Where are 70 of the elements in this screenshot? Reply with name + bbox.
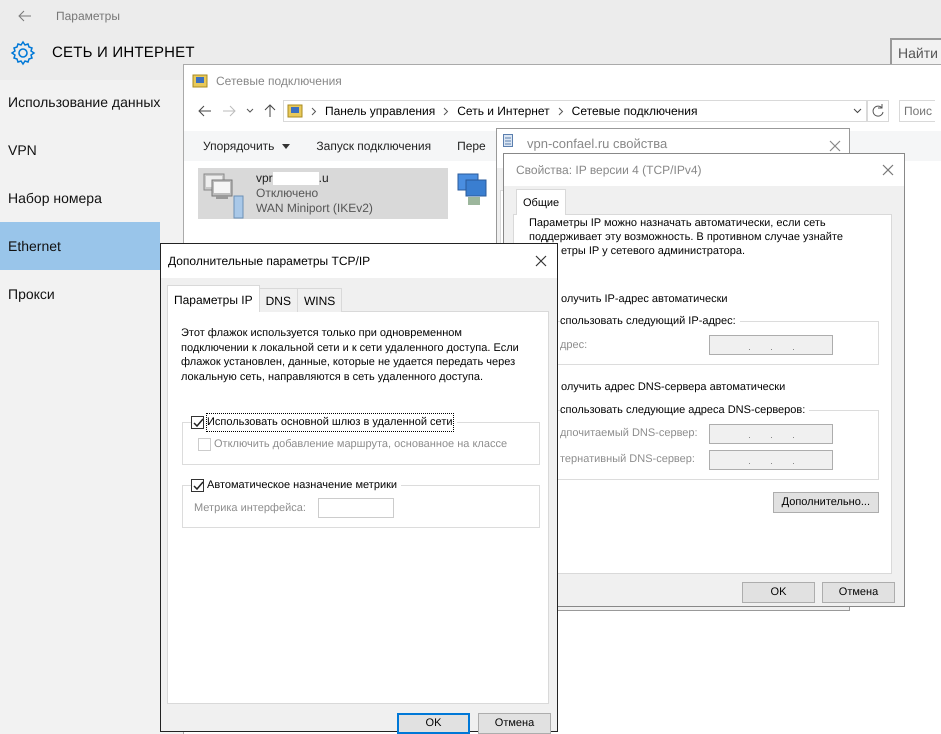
section-title: СЕТЬ И ИНТЕРНЕТ: [52, 42, 195, 63]
tab[interactable]: Параметры IP: [167, 285, 260, 312]
ok-button[interactable]: OK: [742, 582, 815, 602]
ip-address-field[interactable]: [709, 450, 833, 470]
sidebar-item[interactable]: Ethernet: [0, 222, 160, 270]
cancel-button[interactable]: Отмена: [822, 582, 895, 602]
sidebar-item[interactable]: Набор номера: [0, 174, 160, 222]
window-title: vpn-confael.ru свойства: [527, 135, 668, 153]
field-label: дпочитаемый DNS-сервер:: [560, 426, 698, 442]
sidebar-item[interactable]: VPN: [0, 126, 160, 174]
connection-device: WAN Miniport (IKEv2): [256, 201, 373, 216]
connection-item[interactable]: vpr .u Отключено WAN Miniport (IKEv2): [198, 168, 448, 219]
document-icon: [503, 134, 513, 147]
ok-button[interactable]: OK: [397, 713, 470, 734]
network-folder-icon: [192, 73, 208, 89]
refresh-icon[interactable]: [867, 100, 889, 122]
tab[interactable]: Общие: [516, 189, 566, 214]
network-folder-icon: [287, 103, 303, 119]
search-button[interactable]: Найти: [890, 38, 941, 64]
field-label: дрес:: [560, 338, 588, 353]
advanced-button[interactable]: Дополнительно...: [772, 492, 879, 512]
breadcrumb-item[interactable]: Сеть и Интернет: [457, 102, 550, 120]
checkbox-label[interactable]: Автоматическое назначение метрики: [207, 477, 398, 494]
gear-icon: [10, 40, 36, 66]
checkbox[interactable]: [191, 478, 204, 492]
toolbar-button[interactable]: Пере: [457, 137, 486, 155]
radio-label[interactable]: спользовать следующий IP-адрес:: [560, 313, 740, 330]
cancel-button[interactable]: Отмена: [478, 713, 551, 734]
field-label: Метрика интерфейса:: [194, 500, 306, 516]
toolbar-button[interactable]: Запуск подключения: [316, 137, 432, 155]
close-icon: [829, 140, 841, 152]
sidebar-item[interactable]: Прокси: [0, 270, 160, 318]
ip-address-field[interactable]: [709, 424, 833, 444]
window-title: Дополнительные параметры TCP/IP: [168, 253, 370, 270]
search-field[interactable]: Поис: [899, 100, 935, 122]
dropdown-icon[interactable]: [853, 108, 862, 114]
checkbox-label[interactable]: Использовать основной шлюз в удаленной сети: [207, 414, 452, 430]
checkbox[interactable]: [191, 416, 204, 429]
breadcrumb-item[interactable]: Сетевые подключения: [572, 102, 698, 120]
intro-text: етры IP у сетевого администратора.: [561, 244, 746, 258]
window-title: Сетевые подключения: [216, 73, 342, 90]
radio-label[interactable]: олучить IP-адрес автоматически: [561, 290, 728, 307]
window-title: Свойства: IP версии 4 (TCP/IPv4): [516, 162, 702, 179]
radio-label[interactable]: олучить адрес DNS-сервера автоматически: [561, 379, 786, 396]
close-icon: [535, 254, 547, 267]
intro-text: Параметры IP можно назначать автоматически, если сеть: [529, 216, 826, 230]
chevron-icon: [311, 106, 317, 116]
checkmark-icon: [192, 416, 203, 428]
checkmark-icon: [192, 480, 203, 491]
tab[interactable]: DNS: [258, 288, 298, 312]
connection-status: Отключено: [256, 186, 320, 201]
redaction-mark: [272, 172, 319, 185]
tab[interactable]: WINS: [296, 288, 342, 312]
address-bar[interactable]: Панель управления Сеть и Интернет Сетевые подключения: [283, 100, 867, 122]
app-title: Параметры: [56, 8, 120, 25]
chevron-icon: [443, 106, 450, 116]
chevron-icon: [558, 106, 564, 116]
toolbar-button[interactable]: Упорядочить: [203, 137, 290, 155]
sidebar-item[interactable]: Использование данных: [0, 78, 160, 126]
field-label: тернативный DNS-сервер:: [560, 452, 695, 468]
caret-icon[interactable]: [246, 108, 254, 114]
connection-name: .u: [318, 171, 329, 186]
description-text: Этот флажок используется только при одновременном подключении к локальной сети и к сети удаленного доступа. Если флажок установлен, данные, которые не удается передать через локальную сеть, направляются в сеть удаленного доступа.: [181, 326, 520, 384]
intro-text: поддерживает эту возможность. В противном случае узнайте: [529, 230, 843, 244]
breadcrumb-item[interactable]: Панель управления: [325, 102, 436, 120]
up-icon[interactable]: [264, 104, 276, 118]
back-icon[interactable]: [198, 105, 212, 117]
ip-address-field[interactable]: [709, 335, 833, 355]
close-icon: [882, 164, 894, 176]
connection-name: vpr: [256, 171, 273, 186]
